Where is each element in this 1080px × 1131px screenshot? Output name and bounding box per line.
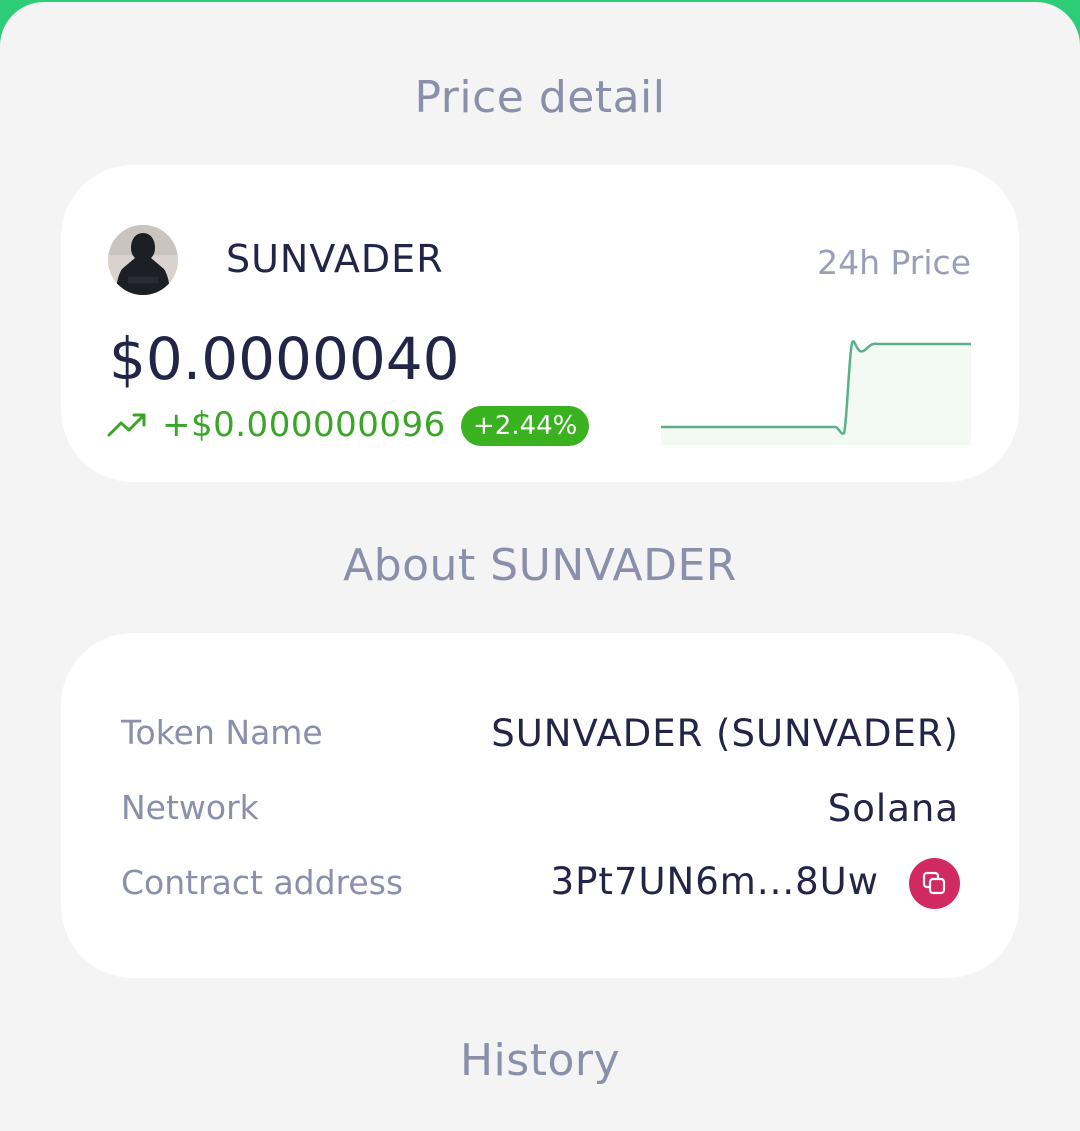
network-label: Network — [121, 788, 259, 827]
copy-address-button[interactable] — [909, 858, 960, 909]
sparkline-area — [661, 341, 971, 445]
contract-address-label: Contract address — [121, 863, 404, 902]
contract-address-value[interactable]: 3Pt7UN6m...8Uw — [551, 860, 879, 903]
price-change-absolute: +$0.000000096 — [162, 405, 446, 445]
price-sparkline[interactable] — [661, 335, 971, 445]
price-card: SUNVADER 24h Price $0.0000040 +$0.000000… — [61, 165, 1019, 482]
about-title: About SUNVADER — [343, 540, 737, 591]
trending-up-icon — [107, 413, 146, 437]
period-label: 24h Price — [817, 243, 971, 282]
price-detail-sheet: Price detail SUNVADER 24h Price $0.00000… — [0, 2, 1080, 1131]
network-value: Solana — [827, 787, 959, 830]
copy-icon — [922, 871, 946, 895]
token-avatar — [108, 225, 178, 295]
about-card: Token Name SUNVADER (SUNVADER) Network S… — [61, 633, 1019, 978]
token-name-label: Token Name — [121, 713, 323, 752]
token-name: SUNVADER — [226, 237, 444, 281]
price-change-percent-badge: +2.44% — [461, 406, 590, 446]
history-title: History — [459, 1035, 621, 1086]
current-price: $0.0000040 — [109, 325, 460, 393]
token-name-value: SUNVADER (SUNVADER) — [491, 712, 959, 755]
price-detail-title: Price detail — [414, 72, 666, 123]
